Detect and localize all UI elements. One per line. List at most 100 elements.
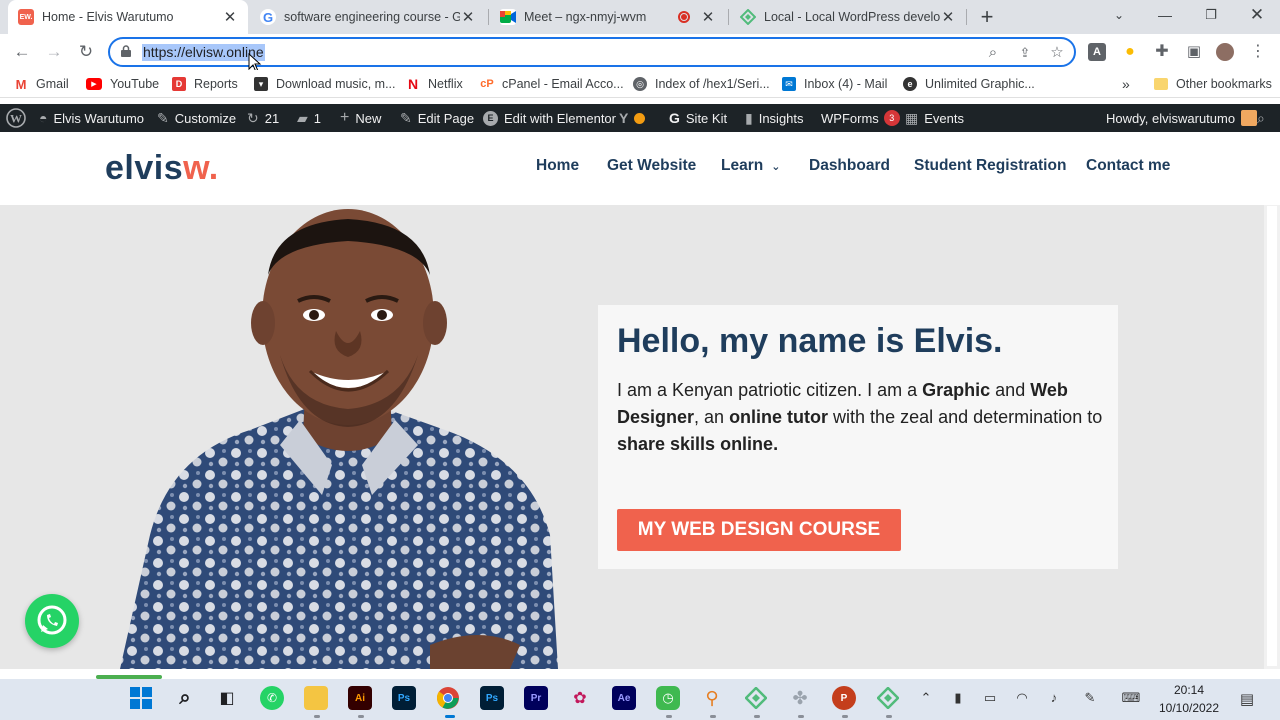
bookmark-reports[interactable]: D Reports xyxy=(172,75,238,93)
wp-customize[interactable]: ✎ Customize xyxy=(157,104,236,132)
menu-kebab-icon[interactable]: ⋮ xyxy=(1248,42,1268,62)
wp-comments[interactable]: ▰ 1 xyxy=(297,104,321,132)
wp-insights[interactable]: ▮ Insights xyxy=(745,104,804,132)
whatsapp-chat-button[interactable] xyxy=(25,594,79,648)
keyboard-icon[interactable]: ⌨ xyxy=(1119,690,1143,706)
address-bar[interactable]: https://elvisw.online ⌕ ⇪ ☆ xyxy=(108,37,1076,73)
local-app-2-icon[interactable] xyxy=(876,686,900,710)
battery-icon[interactable]: ▭ xyxy=(981,690,999,706)
microphone-icon[interactable]: ▮ xyxy=(949,690,967,706)
wp-search-icon[interactable]: ⌕ xyxy=(1257,104,1265,132)
bookmark-label: Other bookmarks xyxy=(1176,77,1272,91)
bookmark-netflix[interactable]: N Netflix xyxy=(406,75,463,93)
page-bottom-edge xyxy=(0,669,1280,679)
bookmark-index-hex1[interactable]: ◎ Index of /hex1/Seri... xyxy=(633,75,770,93)
bookmark-inbox[interactable]: ✉ Inbox (4) - Mail xyxy=(782,75,887,93)
magnifier-icon[interactable]: ⚲ xyxy=(700,686,724,710)
nav-get-website[interactable]: Get Website xyxy=(607,157,696,175)
bookmark-gmail[interactable]: M Gmail xyxy=(14,75,69,93)
search-icon[interactable]: ⌕ xyxy=(173,686,197,710)
task-view-icon[interactable]: ◧ xyxy=(215,686,239,710)
profile-avatar-icon[interactable] xyxy=(1216,43,1234,61)
tab-local-wordpress[interactable]: Local - Local WordPress develop ✕ xyxy=(730,0,966,34)
whatsapp-taskbar-icon[interactable]: ✆ xyxy=(260,686,284,710)
paint-icon[interactable]: ✿ xyxy=(568,686,592,710)
bookmarks-bar: M Gmail ▶ YouTube D Reports ▾ Download m… xyxy=(0,70,1280,98)
wp-edit-elementor[interactable]: E Edit with Elementor xyxy=(483,104,616,132)
bookmark-star-icon[interactable]: ☆ xyxy=(1048,44,1066,62)
photoshop-icon[interactable]: Ps xyxy=(392,686,416,710)
bookmark-label: YouTube xyxy=(110,77,160,91)
notifications-icon[interactable]: ▤ xyxy=(1238,690,1256,708)
bookmark-cpanel[interactable]: cP cPanel - Email Acco... xyxy=(480,75,624,93)
forward-button[interactable]: → xyxy=(42,40,66,64)
zoom-icon[interactable]: ⌕ xyxy=(984,44,1002,62)
windows-start-icon[interactable] xyxy=(129,686,153,710)
bookmark-unlimited-graphic[interactable]: e Unlimited Graphic... xyxy=(903,75,1035,93)
share-icon[interactable]: ⇪ xyxy=(1016,44,1034,62)
new-tab-button[interactable]: + xyxy=(976,4,998,30)
dashboard-icon: ◓ xyxy=(39,110,48,126)
wp-new[interactable]: + New xyxy=(340,104,381,132)
close-tab-icon[interactable]: ✕ xyxy=(460,8,476,26)
file-explorer-icon[interactable] xyxy=(304,686,328,710)
other-bookmarks-folder[interactable]: Other bookmarks xyxy=(1154,75,1272,93)
url-text[interactable]: https://elvisw.online xyxy=(142,44,265,61)
wp-updates[interactable]: ↻ 21 xyxy=(247,104,279,132)
illustrator-icon[interactable]: Ai xyxy=(348,686,372,710)
wp-site-name[interactable]: ◓ Elvis Warutumo xyxy=(39,104,144,132)
wifi-icon[interactable]: ◠ xyxy=(1013,690,1031,706)
bookmark-download-music[interactable]: ▾ Download music, m... xyxy=(254,75,395,93)
wp-edit-page[interactable]: ✎ Edit Page xyxy=(400,104,474,132)
nav-student-registration[interactable]: Student Registration xyxy=(914,157,1066,175)
close-tab-icon[interactable]: ✕ xyxy=(940,8,956,26)
reload-button[interactable]: ↻ xyxy=(74,40,98,64)
local-app-icon[interactable] xyxy=(744,686,768,710)
tab-google-search[interactable]: G software engineering course - Go ✕ xyxy=(250,0,486,34)
updates-icon: ↻ xyxy=(247,109,259,126)
nav-dashboard[interactable]: Dashboard xyxy=(809,157,890,175)
system-clock[interactable]: 20:14 10/10/2022 xyxy=(1152,679,1226,720)
nav-contact-me[interactable]: Contact me xyxy=(1086,157,1170,175)
bookmark-label: Index of /hex1/Seri... xyxy=(655,77,770,91)
close-tab-icon[interactable]: ✕ xyxy=(222,8,238,26)
extensions-puzzle-icon[interactable]: ✚ xyxy=(1152,42,1172,62)
web-design-course-button[interactable]: MY WEB DESIGN COURSE xyxy=(617,509,901,551)
close-window-button[interactable]: ✕ xyxy=(1234,0,1280,30)
browser-toolbar: ← → ↻ https://elvisw.online ⌕ ⇪ ☆ A ● ✚ … xyxy=(0,34,1280,73)
site-logo[interactable]: elvisw. xyxy=(105,149,219,188)
wp-events[interactable]: ▦ Events xyxy=(905,104,964,132)
bookmarks-overflow-button[interactable]: » xyxy=(1122,75,1130,93)
photoshop-2-icon[interactable]: Ps xyxy=(480,686,504,710)
after-effects-icon[interactable]: Ae xyxy=(612,686,636,710)
tab-search-chevron-icon[interactable]: ⌄ xyxy=(1096,0,1142,30)
running-indicator xyxy=(358,715,364,718)
nav-learn[interactable]: Learn ⌄ xyxy=(721,157,780,175)
scrollbar-thumb[interactable] xyxy=(1267,206,1277,666)
wordpress-logo-icon[interactable]: W xyxy=(6,104,26,132)
tab-google-meet[interactable]: Meet – ngx-nmyj-wvm ✕ xyxy=(490,0,726,34)
wp-site-kit[interactable]: G Site Kit xyxy=(669,104,727,132)
wp-howdy[interactable]: Howdy, elviswarutumo xyxy=(1106,104,1258,132)
tab-home-elvis[interactable]: EW. Home - Elvis Warutumo ✕ xyxy=(8,0,248,34)
nav-home[interactable]: Home xyxy=(536,157,579,175)
powerpoint-icon[interactable]: P xyxy=(832,686,856,710)
minimize-button[interactable]: — xyxy=(1142,0,1188,30)
premiere-icon[interactable]: Pr xyxy=(524,686,548,710)
wp-yoast[interactable]: Y xyxy=(619,104,646,132)
volume-icon[interactable]: ♪ xyxy=(1045,690,1063,705)
pen-icon[interactable]: ✎ xyxy=(1081,690,1099,706)
wp-wpforms[interactable]: WPForms 3 xyxy=(821,104,900,132)
chrome-icon[interactable] xyxy=(436,686,460,710)
side-panel-icon[interactable]: ▣ xyxy=(1184,42,1204,62)
close-tab-icon[interactable]: ✕ xyxy=(700,8,716,26)
bookmark-youtube[interactable]: ▶ YouTube xyxy=(86,75,159,93)
back-button[interactable]: ← xyxy=(10,40,34,64)
translate-extension-icon[interactable]: A xyxy=(1088,43,1106,61)
bar-chart-icon: ▮ xyxy=(745,109,753,126)
tray-overflow-icon[interactable]: ⌃ xyxy=(917,690,935,706)
bulb-extension-icon[interactable]: ● xyxy=(1120,42,1140,62)
restore-button[interactable]: ❐ xyxy=(1188,0,1234,30)
photos-app-icon[interactable]: ✤ xyxy=(788,686,812,710)
clock-app-icon[interactable]: ◷ xyxy=(656,686,680,710)
